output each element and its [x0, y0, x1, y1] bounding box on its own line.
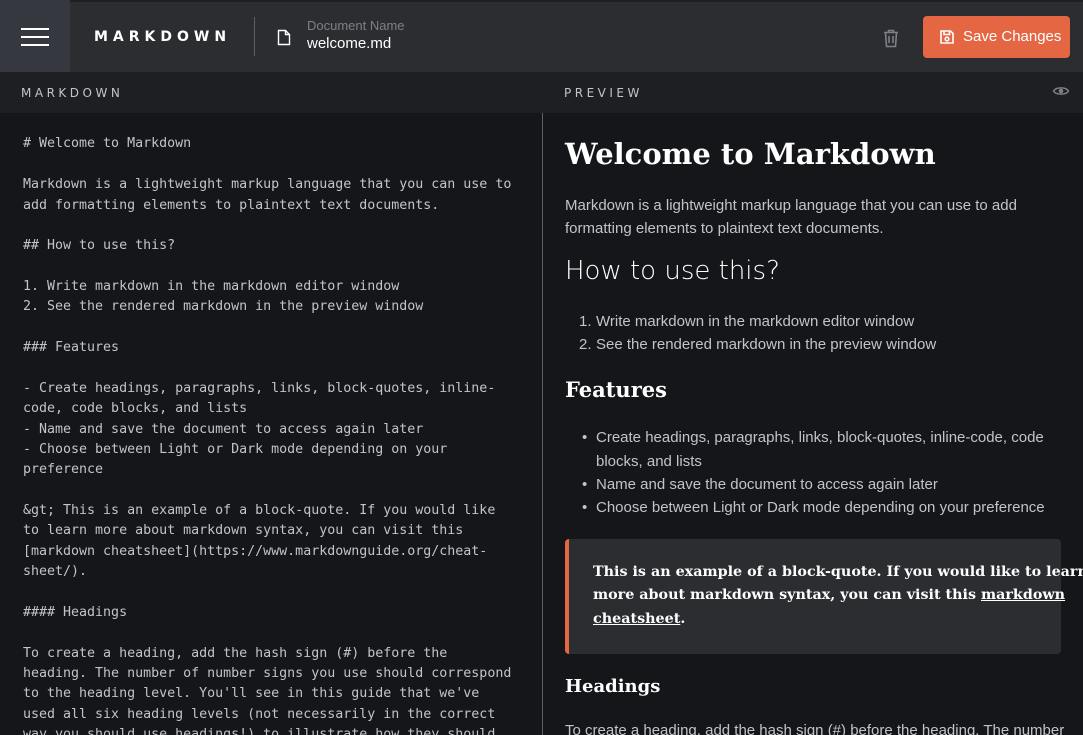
bullet-marker: •	[582, 429, 588, 446]
preview-h4: Headings	[565, 676, 661, 697]
editor-line: used all six heading levels (not necessa…	[23, 707, 496, 722]
ordered-list-item: 2. See the rendered markdown in the prev…	[579, 333, 937, 356]
list-item-text: Create headings, paragraphs, links, bloc…	[596, 429, 1044, 446]
eye-icon[interactable]	[1052, 82, 1070, 100]
ordered-list-item: 1. Write markdown in the markdown editor…	[579, 310, 915, 333]
editor-line: code, code blocks, and lists	[23, 401, 248, 416]
preview-h3: Features	[565, 377, 667, 402]
menu-icon-bar-1	[21, 28, 49, 30]
markdown-pane-title: MARKDOWN	[21, 86, 124, 100]
editor-line: sheet/).	[23, 564, 88, 579]
quote-text: more about markdown syntax, you can visi…	[593, 587, 981, 603]
block-quote: This is an example of a block-quote. If …	[565, 539, 1083, 654]
editor-line: way you should use headings!) to illustr…	[23, 727, 496, 735]
save-changes-button[interactable]: Save Changes	[923, 16, 1070, 58]
bullet-marker: •	[582, 476, 588, 493]
editor-line: ## How to use this?	[23, 238, 176, 253]
markdown-editor[interactable]: # Welcome to Markdown Markdown is a ligh…	[0, 113, 543, 735]
list-item-text: Choose between Light or Dark mode depend…	[596, 499, 1045, 516]
preview-intro-line-2: formatting elements to plaintext text do…	[565, 220, 884, 237]
bullet-list-item-continuation: blocks, and lists	[596, 453, 702, 470]
cheatsheet-link-continued[interactable]: cheatsheet	[593, 611, 680, 627]
bullet-list-item: • Create headings, paragraphs, links, bl…	[582, 426, 1044, 449]
preview-h2: How to use this?	[565, 256, 780, 286]
preview-h1: Welcome to Markdown	[565, 137, 936, 171]
editor-line: Markdown is a lightweight markup languag…	[23, 177, 512, 192]
preview-pane-header: PREVIEW	[543, 72, 1083, 113]
editor-line: &gt; This is an example of a block-quote…	[23, 503, 496, 518]
document-name-input[interactable]: welcome.md	[307, 35, 507, 52]
list-item-text: See the rendered markdown in the preview…	[596, 336, 937, 353]
menu-icon-bar-2	[21, 36, 49, 38]
top-edge	[0, 0, 1083, 2]
top-bar: MARKDOWN Document Name welcome.md Save C…	[0, 0, 1083, 72]
header-divider	[254, 17, 255, 56]
editor-line: preference	[23, 462, 104, 477]
quote-end: .	[680, 611, 686, 627]
document-name-label: Document Name	[307, 18, 405, 33]
save-icon	[940, 30, 954, 44]
brand-logo: MARKDOWN	[94, 29, 232, 45]
menu-button[interactable]	[0, 0, 70, 72]
preview-paragraph: To create a heading, add the hash sign (…	[565, 722, 1065, 735]
document-icon	[277, 29, 291, 46]
editor-line: [markdown cheatsheet](https://www.markdo…	[23, 544, 488, 559]
quote-line-1: This is an example of a block-quote. If …	[593, 564, 1083, 580]
editor-line: add formatting elements to plaintext tex…	[23, 198, 440, 213]
editor-line: # Welcome to Markdown	[23, 136, 192, 151]
editor-line: to the heading level. You'll see in this…	[23, 686, 480, 701]
editor-line: to learn more about markdown syntax, you…	[23, 523, 464, 538]
markdown-pane-header: MARKDOWN	[0, 72, 543, 113]
list-item-text: Name and save the document to access aga…	[596, 476, 938, 493]
editor-line: ### Features	[23, 340, 120, 355]
list-item-text: Write markdown in the markdown editor wi…	[596, 313, 915, 330]
cheatsheet-link[interactable]: markdown	[981, 587, 1065, 603]
editor-line: heading. The number of number signs you …	[23, 666, 512, 681]
preview-pane: Welcome to Markdown Markdown is a lightw…	[544, 113, 1083, 735]
editor-line: - Create headings, paragraphs, links, bl…	[23, 381, 496, 396]
editor-line: #### Headings	[23, 605, 128, 620]
menu-icon-bar-3	[21, 44, 49, 46]
list-marker: 2.	[579, 336, 592, 353]
editor-line: To create a heading, add the hash sign (…	[23, 646, 448, 661]
editor-line: 1. Write markdown in the markdown editor…	[23, 279, 400, 294]
delete-document-icon[interactable]	[879, 26, 903, 50]
quote-line-2: more about markdown syntax, you can visi…	[593, 587, 1065, 603]
preview-intro-line-1: Markdown is a lightweight markup languag…	[565, 197, 1017, 214]
bullet-list-item: • Name and save the document to access a…	[582, 473, 938, 496]
editor-line: - Name and save the document to access a…	[23, 422, 424, 437]
editor-line: 2. See the rendered markdown in the prev…	[23, 299, 424, 314]
list-marker: 1.	[579, 313, 592, 330]
bullet-marker: •	[582, 499, 588, 516]
save-button-label: Save Changes	[963, 28, 1062, 45]
bullet-list-item: • Choose between Light or Dark mode depe…	[582, 496, 1045, 519]
editor-line: - Choose between Light or Dark mode depe…	[23, 442, 448, 457]
preview-pane-title: PREVIEW	[564, 86, 643, 100]
quote-line-3: cheatsheet.	[593, 611, 685, 627]
